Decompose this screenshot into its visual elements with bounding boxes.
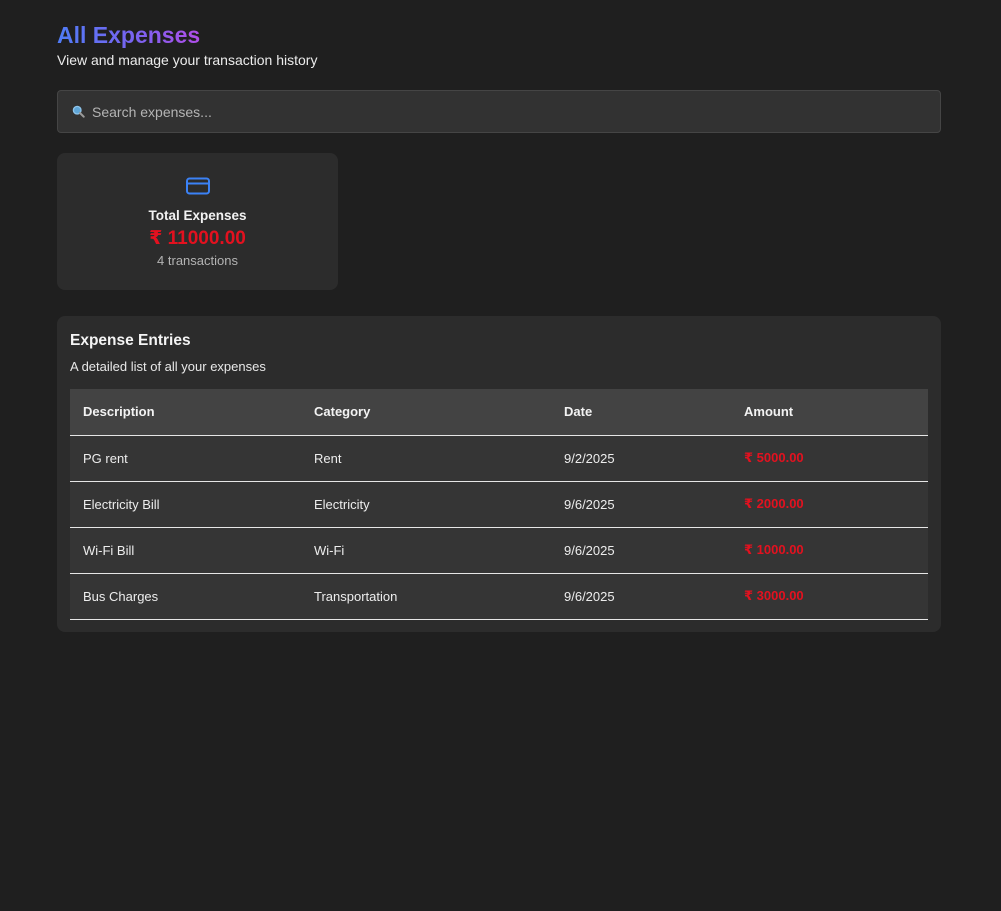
cell-amount: ₹ 2000.00	[731, 481, 928, 528]
cell-amount: ₹ 1000.00	[731, 527, 928, 574]
cell-date: 9/2/2025	[551, 435, 731, 482]
total-expenses-card: Total Expenses ₹ 11000.00 4 transactions	[57, 153, 338, 290]
expenses-page: All Expenses View and manage your transa…	[57, 20, 941, 632]
table-row[interactable]: PG rent Rent 9/2/2025 ₹ 5000.00	[70, 435, 928, 482]
page-subtitle: View and manage your transaction history	[57, 52, 318, 68]
credit-card-icon	[185, 177, 210, 195]
card-title: Total Expenses	[148, 208, 247, 223]
search-icon	[70, 104, 86, 120]
transaction-count: 4 transactions	[157, 253, 238, 268]
expense-entries-panel: Expense Entries A detailed list of all y…	[57, 316, 941, 632]
cell-description: Electricity Bill	[70, 481, 301, 528]
column-header-description: Description	[70, 389, 301, 436]
column-header-category: Category	[301, 389, 551, 436]
table-header-row: Description Category Date Amount	[70, 389, 928, 436]
cell-description: Bus Charges	[70, 573, 301, 620]
table-row[interactable]: Electricity Bill Electricity 9/6/2025 ₹ …	[70, 481, 928, 528]
cell-category: Electricity	[301, 481, 551, 528]
cell-amount: ₹ 5000.00	[731, 435, 928, 482]
cell-category: Wi-Fi	[301, 527, 551, 574]
cell-category: Transportation	[301, 573, 551, 620]
cell-date: 9/6/2025	[551, 481, 731, 528]
page-title: All Expenses	[57, 22, 201, 48]
cell-description: Wi-Fi Bill	[70, 527, 301, 574]
table-row[interactable]: Bus Charges Transportation 9/6/2025 ₹ 30…	[70, 573, 928, 620]
table-row[interactable]: Wi-Fi Bill Wi-Fi 9/6/2025 ₹ 1000.00	[70, 527, 928, 574]
entries-subtitle: A detailed list of all your expenses	[70, 359, 266, 374]
search-box[interactable]	[57, 90, 941, 133]
expense-table: Description Category Date Amount PG rent…	[70, 389, 928, 620]
column-header-date: Date	[551, 389, 731, 436]
entries-title: Expense Entries	[70, 332, 191, 349]
cell-date: 9/6/2025	[551, 573, 731, 620]
cell-description: PG rent	[70, 435, 301, 482]
column-header-amount: Amount	[731, 389, 928, 436]
total-amount: ₹ 11000.00	[149, 228, 246, 249]
cell-date: 9/6/2025	[551, 527, 731, 574]
cell-category: Rent	[301, 435, 551, 482]
cell-amount: ₹ 3000.00	[731, 573, 928, 620]
search-input[interactable]	[92, 103, 940, 120]
